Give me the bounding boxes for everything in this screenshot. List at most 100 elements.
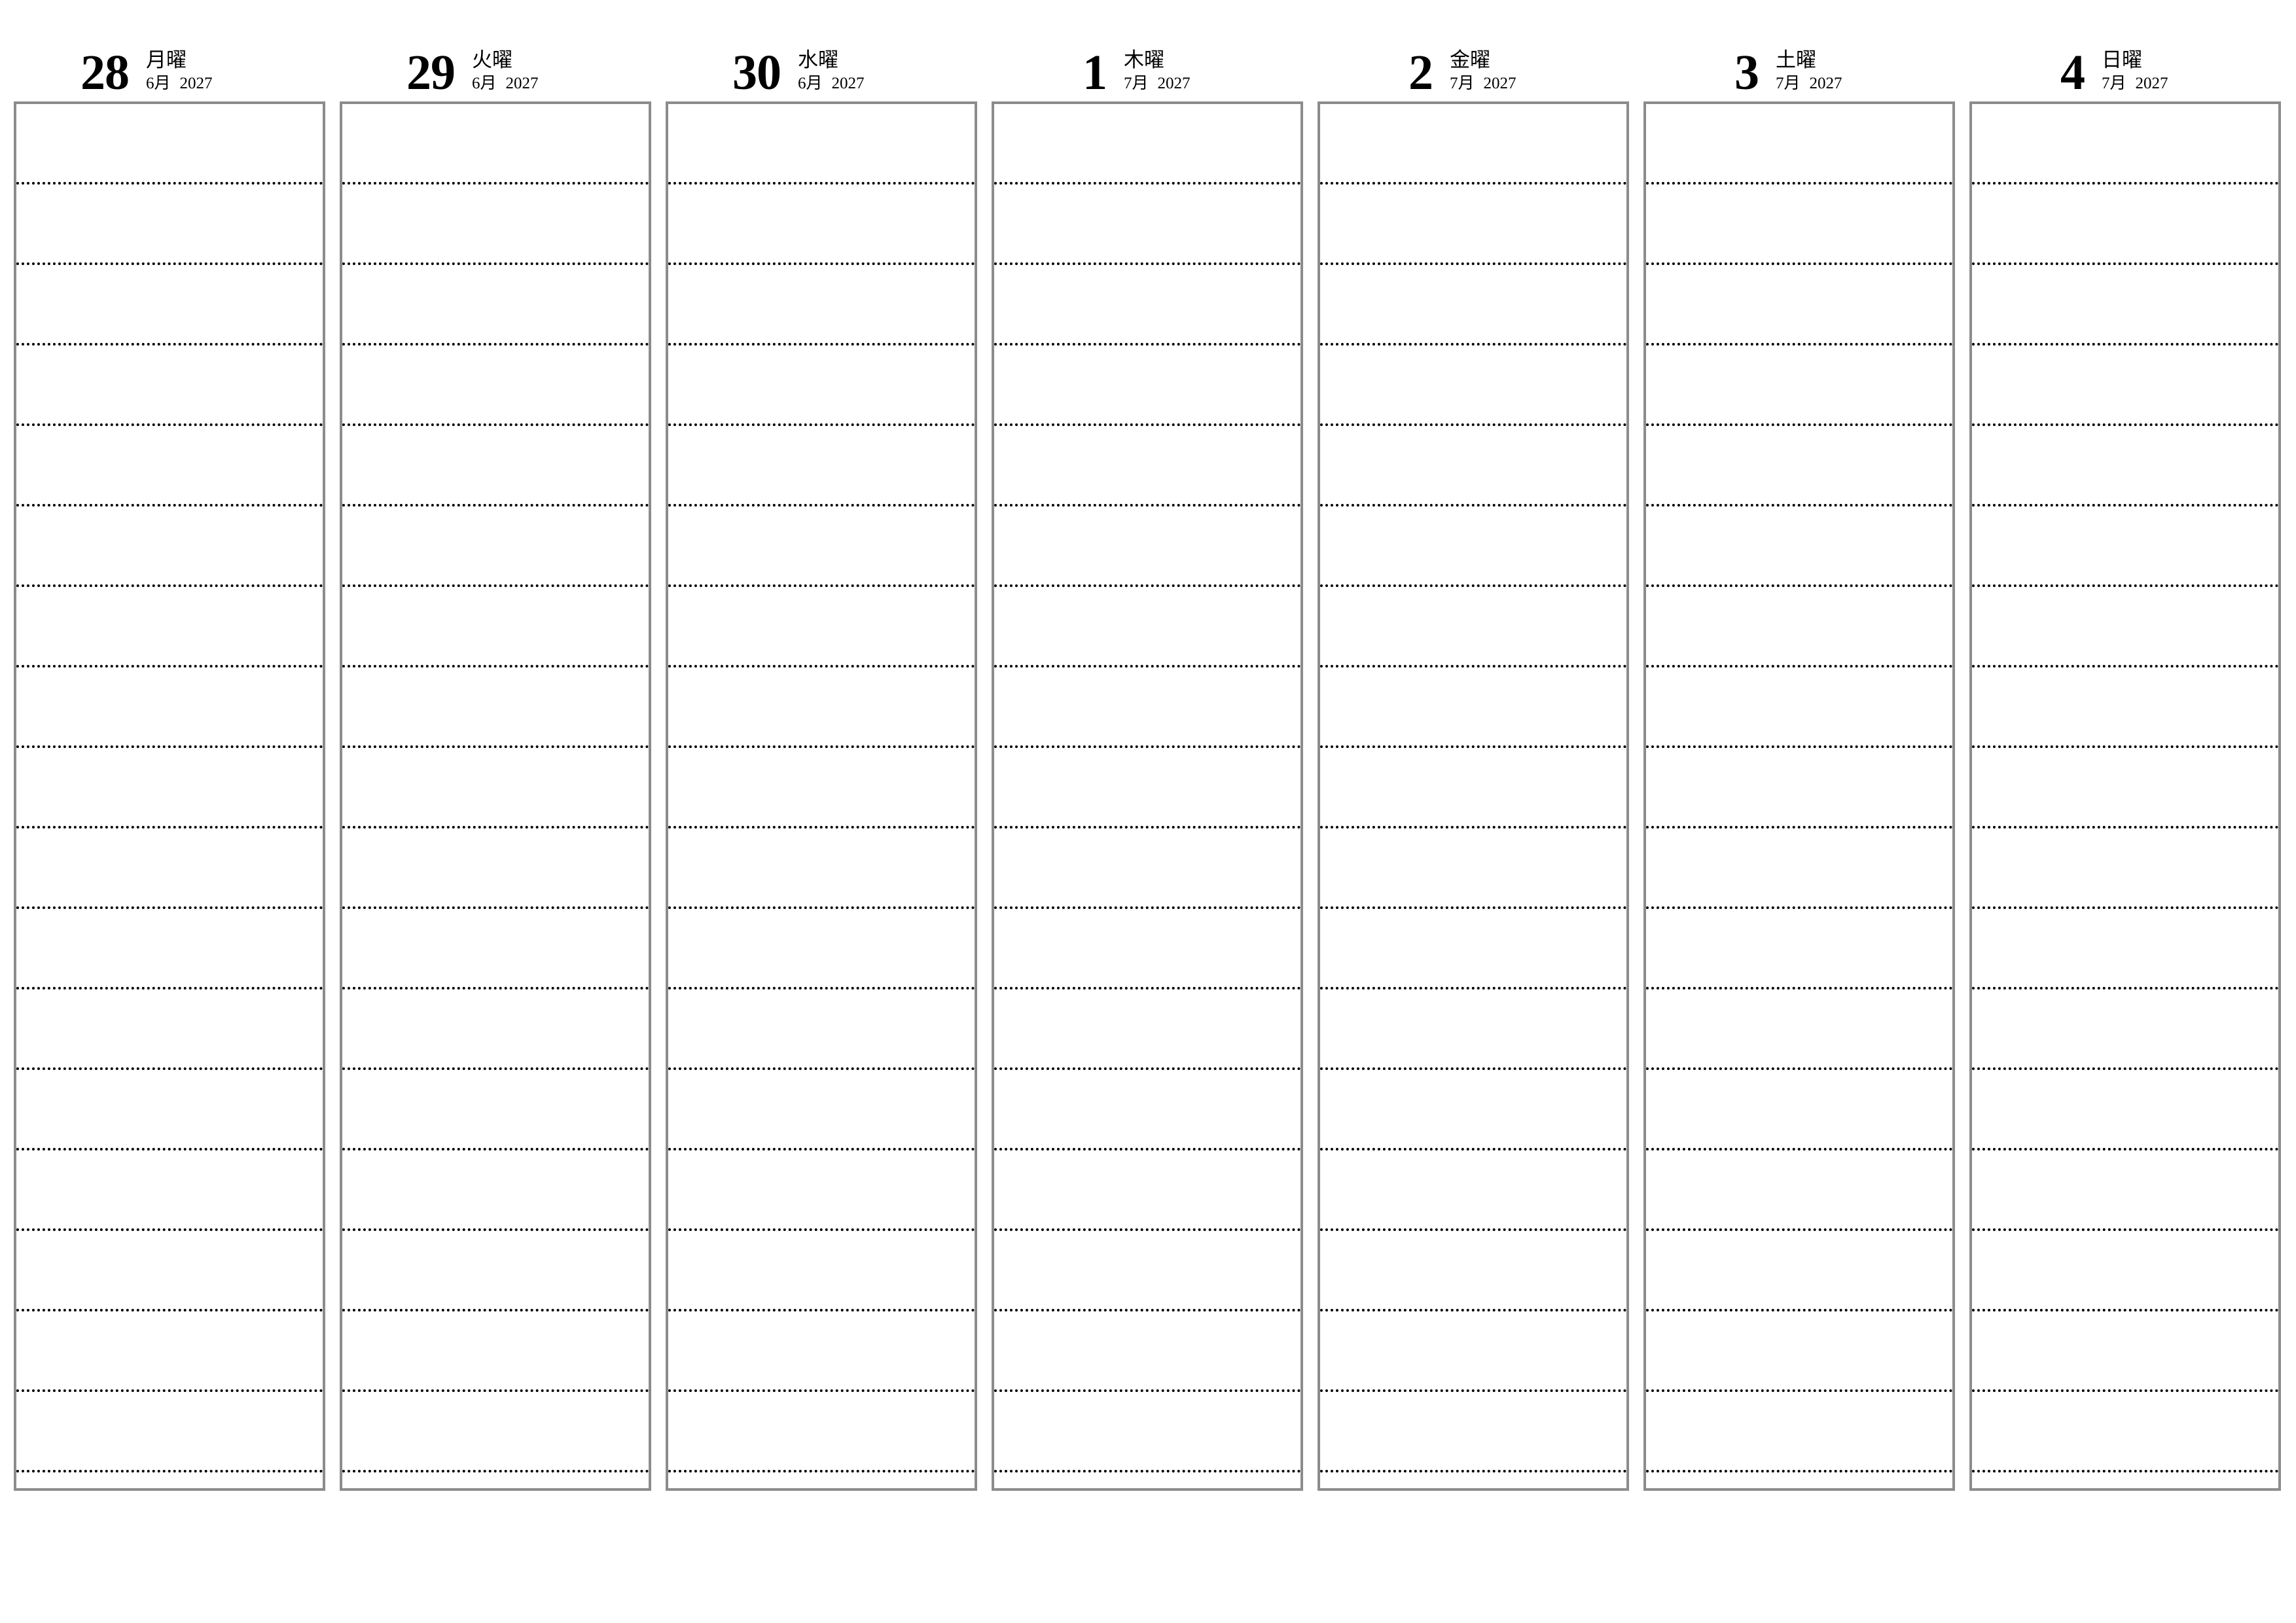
day-notes-box[interactable]: [992, 101, 1303, 1491]
day-column: 4 日曜 7月 2027: [1969, 0, 2281, 1499]
day-number: 2: [1408, 45, 1433, 101]
month-year: 7月 2027: [1124, 73, 1191, 94]
day-number: 1: [1083, 45, 1107, 101]
day-label-group: 木曜 7月 2027: [1109, 48, 1191, 96]
rule-line: [994, 826, 1300, 829]
rule-line: [1972, 745, 2278, 748]
rule-lines: [342, 104, 649, 1488]
day-header: 3 土曜 7月 2027: [1643, 0, 1955, 101]
rule-line: [668, 262, 975, 265]
day-column: 29 火曜 6月 2027: [340, 0, 651, 1499]
day-number: 29: [406, 45, 456, 101]
day-label-group: 日曜 7月 2027: [2087, 48, 2168, 96]
rule-line: [342, 343, 649, 346]
rule-line: [16, 343, 323, 346]
rule-line: [16, 1309, 323, 1311]
day-header: 29 火曜 6月 2027: [340, 0, 651, 101]
rule-line: [1972, 423, 2278, 426]
rule-line: [1320, 826, 1626, 829]
rule-line: [1320, 1309, 1626, 1311]
rule-line: [342, 1470, 649, 1472]
rule-line: [1320, 1228, 1626, 1231]
day-notes-box[interactable]: [14, 101, 325, 1491]
rule-line: [668, 665, 975, 668]
year-label: 2027: [1157, 74, 1191, 92]
month-year: 7月 2027: [1450, 73, 1516, 94]
day-number: 28: [81, 45, 130, 101]
day-header: 1 木曜 7月 2027: [992, 0, 1303, 101]
rule-line: [1320, 1067, 1626, 1070]
weekday-name: 日曜: [2102, 48, 2142, 72]
day-notes-box[interactable]: [1969, 101, 2281, 1491]
day-notes-box[interactable]: [1318, 101, 1629, 1491]
rule-lines: [16, 104, 323, 1488]
day-column: 28 月曜 6月 2027: [14, 0, 325, 1499]
rule-line: [994, 1309, 1300, 1311]
rule-line: [668, 906, 975, 909]
rule-line: [1972, 262, 2278, 265]
rule-line: [1320, 262, 1626, 265]
rule-line: [16, 906, 323, 909]
weekday-name: 木曜: [1124, 48, 1164, 72]
rule-line: [1646, 987, 1952, 990]
day-number: 3: [1734, 45, 1759, 101]
rule-line: [1646, 1067, 1952, 1070]
rule-line: [1646, 826, 1952, 829]
rule-line: [1646, 504, 1952, 507]
month-year: 7月 2027: [1776, 73, 1842, 94]
rule-line: [16, 262, 323, 265]
rule-line: [994, 1470, 1300, 1472]
rule-line: [668, 343, 975, 346]
rule-line: [1320, 665, 1626, 668]
month-year: 7月 2027: [2102, 73, 2168, 94]
rule-line: [16, 987, 323, 990]
rule-line: [1972, 1470, 2278, 1472]
rule-line: [668, 1067, 975, 1070]
rule-line: [16, 1067, 323, 1070]
rule-line: [1972, 504, 2278, 507]
day-notes-box[interactable]: [340, 101, 651, 1491]
day-label-group: 土曜 7月 2027: [1761, 48, 1842, 96]
weekday-name: 火曜: [472, 48, 512, 72]
rule-line: [1972, 584, 2278, 587]
rule-line: [342, 987, 649, 990]
rule-line: [1646, 423, 1952, 426]
rule-line: [668, 504, 975, 507]
weekday-name: 水曜: [798, 48, 838, 72]
rule-line: [16, 504, 323, 507]
day-notes-box[interactable]: [1643, 101, 1955, 1491]
year-label: 2027: [1809, 74, 1842, 92]
rule-line: [342, 504, 649, 507]
year-label: 2027: [505, 74, 539, 92]
day-header: 30 水曜 6月 2027: [666, 0, 977, 101]
rule-line: [342, 826, 649, 829]
rule-line: [668, 987, 975, 990]
rule-line: [16, 1389, 323, 1392]
rule-line: [1646, 1309, 1952, 1311]
weekday-name: 金曜: [1450, 48, 1490, 72]
rule-line: [1320, 906, 1626, 909]
rule-line: [1646, 1389, 1952, 1392]
rule-line: [668, 1470, 975, 1472]
rule-lines: [1972, 104, 2278, 1488]
rule-line: [994, 423, 1300, 426]
rule-line: [1972, 182, 2278, 185]
rule-lines: [1646, 104, 1952, 1488]
rule-line: [16, 182, 323, 185]
rule-line: [16, 745, 323, 748]
rule-line: [668, 1389, 975, 1392]
rule-line: [668, 1148, 975, 1150]
rule-line: [1972, 1309, 2278, 1311]
rule-line: [342, 906, 649, 909]
rule-line: [1646, 1228, 1952, 1231]
day-label-group: 月曜 6月 2027: [132, 48, 213, 96]
month-year: 6月 2027: [798, 73, 865, 94]
rule-line: [994, 745, 1300, 748]
rule-line: [994, 504, 1300, 507]
day-notes-box[interactable]: [666, 101, 977, 1491]
rule-line: [994, 182, 1300, 185]
day-label-group: 火曜 6月 2027: [457, 48, 539, 96]
rule-line: [1320, 1148, 1626, 1150]
month-label: 6月: [472, 74, 497, 92]
month-label: 6月: [798, 74, 823, 92]
